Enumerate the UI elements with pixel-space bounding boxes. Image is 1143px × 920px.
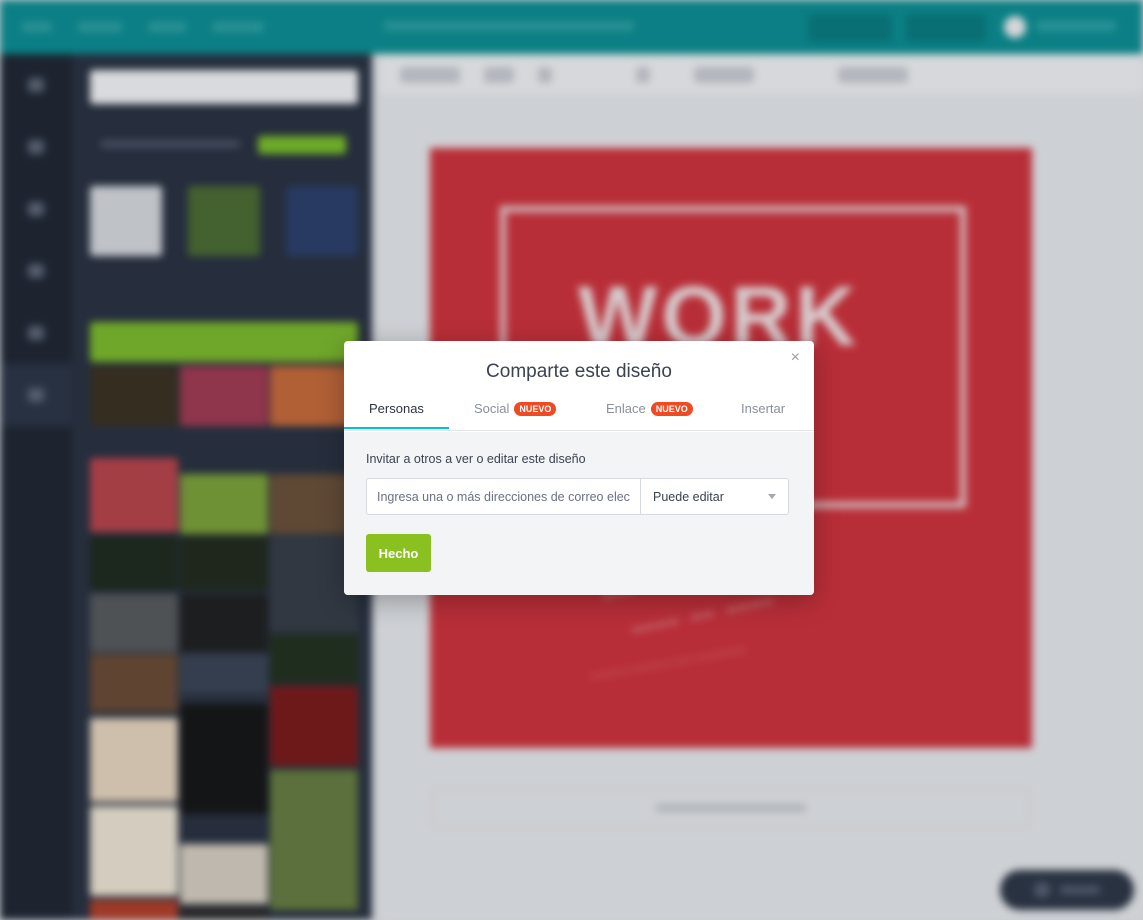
new-badge: NUEVO (650, 402, 693, 416)
active-tab-indicator (344, 427, 449, 429)
tab-social[interactable]: Social NUEVO (474, 401, 557, 431)
new-badge: NUEVO (514, 402, 557, 416)
share-dialog: × Comparte este diseño Personas Social N… (344, 341, 814, 595)
invite-label: Invitar a otros a ver o editar este dise… (366, 452, 586, 466)
dialog-title: Comparte este diseño (486, 361, 672, 382)
permission-select[interactable]: Puede editar (640, 479, 788, 514)
email-input[interactable] (367, 479, 640, 514)
tab-insertar[interactable]: Insertar (741, 401, 785, 431)
done-button[interactable]: Hecho (366, 534, 431, 572)
chevron-down-icon (768, 494, 776, 499)
tab-label: Insertar (741, 401, 786, 416)
invite-section: Invitar a otros a ver o editar este dise… (344, 432, 814, 595)
tab-label: Enlace (606, 401, 646, 416)
tab-label: Personas (369, 401, 424, 416)
permission-value: Puede editar (653, 489, 724, 504)
invite-row: Puede editar (366, 478, 789, 515)
tab-enlace[interactable]: Enlace NUEVO (606, 401, 693, 431)
tab-label: Social (474, 401, 510, 416)
